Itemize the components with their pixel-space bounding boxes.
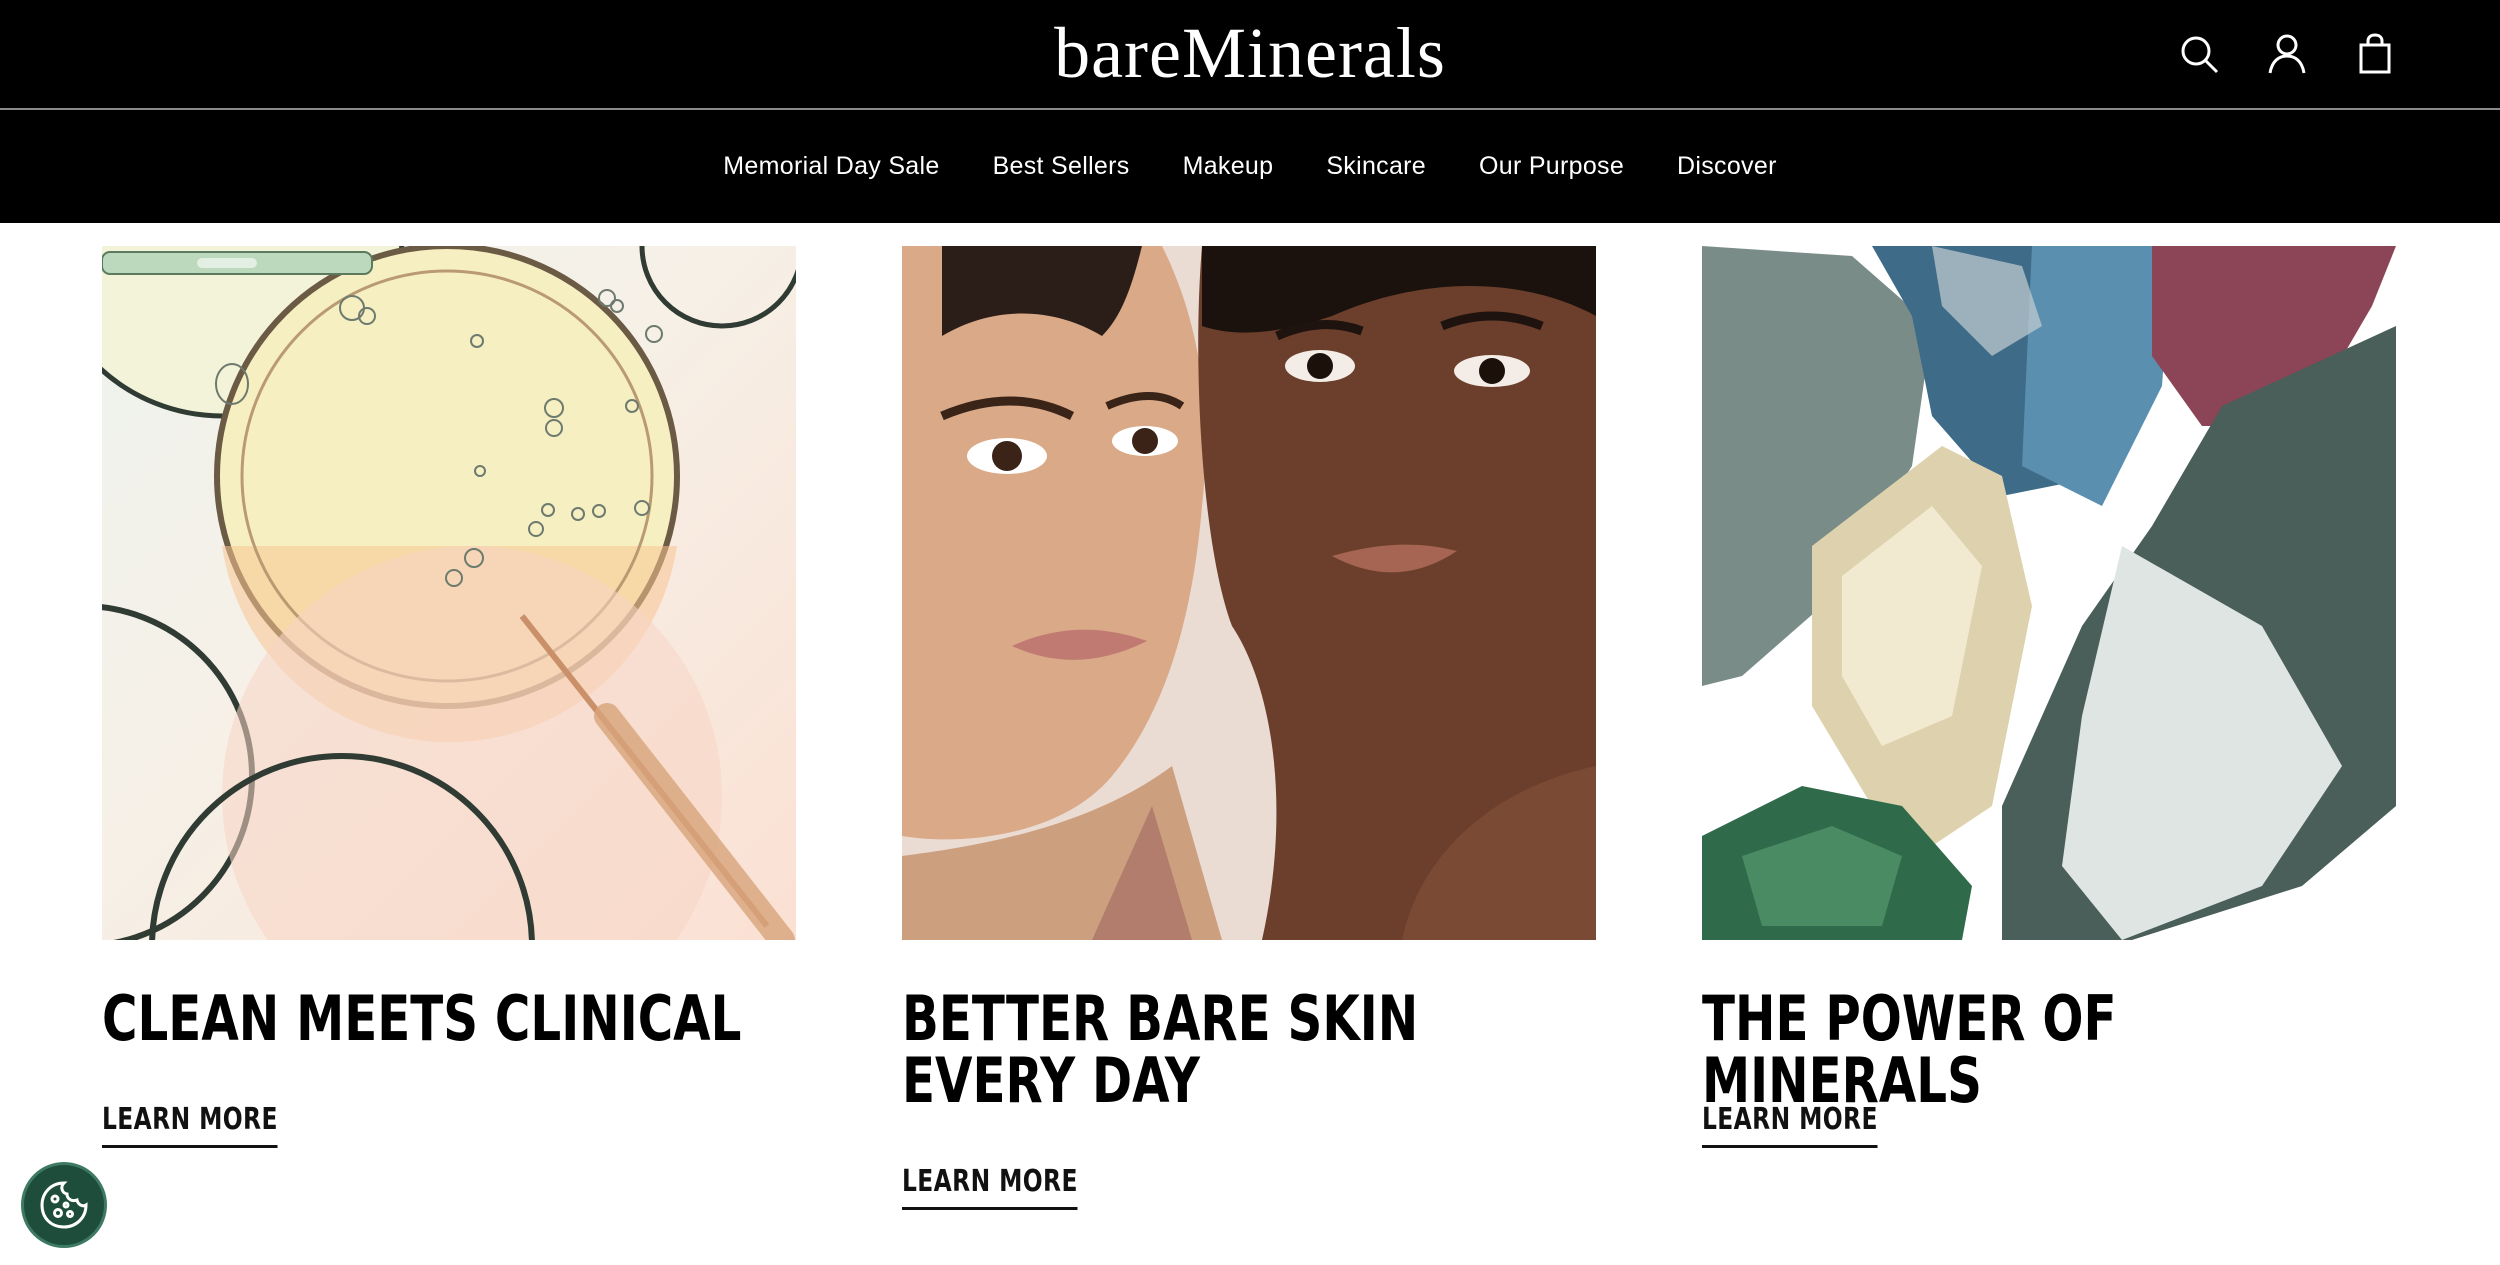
cookie-settings-button[interactable] [21, 1162, 107, 1248]
top-header: bareMinerals [0, 0, 2500, 110]
promo-card-power-of-minerals: THE POWER OF MINERALS LEARN MORE [1702, 246, 2396, 1148]
learn-more-link[interactable]: LEARN MORE [1702, 1102, 1878, 1148]
nav-item-makeup[interactable]: Makeup [1183, 152, 1274, 181]
nav-list: Memorial Day Sale Best Sellers Makeup Sk… [723, 152, 1776, 181]
learn-more-link[interactable]: LEARN MORE [902, 1164, 1078, 1210]
shopping-bag-icon[interactable] [2350, 28, 2400, 80]
card-title: THE POWER OF MINERALS [1702, 982, 2117, 1117]
petri-dishes-serum-image[interactable] [102, 246, 796, 940]
mineral-crystals-image[interactable] [1702, 246, 2396, 940]
brand-logo[interactable]: bareMinerals [0, 10, 2500, 96]
two-models-portrait-image[interactable] [902, 246, 1596, 940]
learn-more-link[interactable]: LEARN MORE [102, 1102, 278, 1148]
nav-item-memorial-day-sale[interactable]: Memorial Day Sale [723, 152, 939, 181]
nav-item-skincare[interactable]: Skincare [1326, 152, 1426, 181]
nav-item-best-sellers[interactable]: Best Sellers [993, 152, 1130, 181]
card-title: CLEAN MEETS CLINICAL [102, 982, 742, 1055]
account-icon[interactable] [2262, 28, 2312, 80]
nav-item-discover[interactable]: Discover [1677, 152, 1777, 181]
nav-item-our-purpose[interactable]: Our Purpose [1479, 152, 1624, 181]
header-actions [2174, 28, 2400, 80]
cookie-icon [40, 1181, 88, 1229]
main-nav: Memorial Day Sale Best Sellers Makeup Sk… [0, 110, 2500, 223]
card-title: BETTER BARE SKIN EVERY DAY [902, 982, 1419, 1117]
search-icon[interactable] [2174, 28, 2224, 80]
promo-card-clean-meets-clinical: CLEAN MEETS CLINICAL LEARN MORE [102, 246, 796, 1148]
promo-card-better-bare-skin: BETTER BARE SKIN EVERY DAY LEARN MORE [902, 246, 1596, 1210]
